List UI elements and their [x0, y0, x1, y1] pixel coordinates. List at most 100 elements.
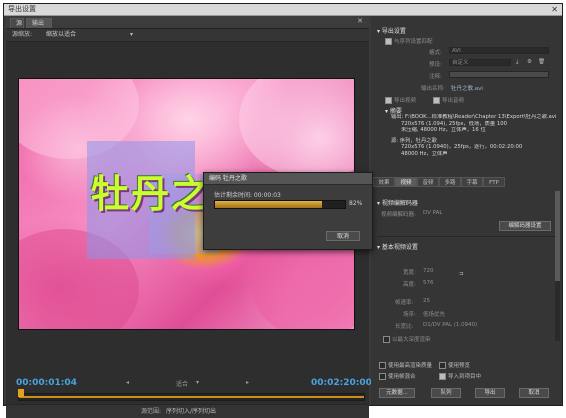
video-codec-label: 视频编解码器: — [381, 212, 416, 218]
import-project-checkbox[interactable]: 导入到项目中 — [439, 372, 481, 380]
export-audio-checkbox[interactable]: 导出音频 — [433, 96, 464, 104]
video-codec-select[interactable]: DV PAL — [423, 210, 442, 216]
tab-video[interactable]: 视频 — [395, 177, 417, 187]
checkbox[interactable] — [439, 373, 446, 380]
import-preset-icon[interactable]: ⚙ — [527, 59, 532, 65]
match-sequence-checkbox[interactable]: 与序列设置匹配 — [385, 37, 433, 45]
fit-control[interactable]: ◂ 适合 ▾ ▸ — [116, 379, 296, 389]
dialog-cancel-button[interactable]: 取消 — [326, 231, 360, 241]
width-value[interactable]: 720 — [423, 268, 434, 274]
match-sequence-label: 与序列设置匹配 — [394, 39, 433, 45]
tab-ftp[interactable]: FTP — [483, 177, 505, 187]
basic-video-heading: ▾ 基本视频设置 — [377, 244, 418, 251]
divider — [377, 236, 557, 237]
tab-captions[interactable]: 字幕 — [461, 177, 483, 187]
source-scale-row: 源缩放: 缩放以适合 ▾ — [6, 29, 369, 42]
source-range-label: 源范围: — [141, 408, 162, 415]
scrollbar-thumb[interactable] — [555, 191, 560, 281]
codec-settings-button[interactable]: 编解码器设置 — [499, 221, 551, 231]
source-range-row: 源范围: 序列切入/序列切出 — [6, 404, 369, 418]
checkbox[interactable] — [383, 336, 390, 343]
tab-effects[interactable]: 效果 — [373, 177, 395, 187]
frame-rate-label: 帧速率: — [395, 300, 414, 306]
settings-scrollbar[interactable] — [555, 191, 560, 341]
link-icon[interactable]: ⊐ — [459, 271, 464, 277]
progress-fill — [215, 201, 322, 208]
max-depth-label: 以最大深度渲染 — [392, 337, 431, 343]
export-settings-heading: ▾ 导出设置 — [377, 28, 406, 35]
delete-preset-icon[interactable]: 🗑 — [538, 59, 545, 65]
window-close-icon[interactable]: ✕ — [551, 4, 558, 15]
height-value[interactable]: 576 — [423, 280, 434, 286]
preset-select[interactable]: 自定义 — [449, 59, 511, 66]
comments-input[interactable] — [449, 71, 549, 78]
checkbox[interactable] — [433, 97, 440, 104]
title-bar: 导出设置 ✕ — [4, 4, 562, 16]
tab-source[interactable]: 源 — [10, 18, 24, 28]
max-depth-checkbox[interactable]: 以最大深度渲染 — [383, 335, 431, 343]
video-codec-heading: ▾ 视频编解码器 — [377, 200, 418, 207]
preview-tabs: 源 输出 ✕ — [6, 16, 369, 29]
playhead-handle[interactable] — [18, 389, 24, 397]
import-project-label: 导入到项目中 — [448, 374, 482, 380]
mark-in-icon[interactable]: ◂ — [126, 379, 129, 386]
video-codec-title: 视频编解码器 — [381, 200, 418, 207]
basic-video-title: 基本视频设置 — [381, 244, 418, 251]
export-video-label: 导出视频 — [394, 98, 417, 104]
save-preset-icon[interactable]: ⤓ — [516, 59, 518, 66]
chevron-down-icon[interactable]: ▾ — [130, 29, 133, 41]
panel-close-icon[interactable]: ✕ — [357, 17, 363, 25]
comments-label: 注释: — [429, 74, 442, 80]
source-scale-label: 源缩放: — [12, 31, 33, 38]
chevron-down-icon[interactable]: ▾ — [196, 379, 199, 386]
export-video-checkbox[interactable]: 导出视频 — [385, 96, 416, 104]
export-button[interactable]: 导出 — [475, 388, 505, 398]
format-select[interactable]: AVI — [449, 47, 549, 54]
petal-shape — [239, 79, 354, 179]
field-order-select[interactable]: 低场优先 — [423, 310, 445, 318]
export-settings-panel: ▾ 导出设置 与序列设置匹配 格式: AVI 预设: 自定义 ⤓ ⚙ 🗑 注释:… — [371, 16, 562, 405]
tab-output[interactable]: 输出 — [26, 18, 52, 28]
queue-button[interactable]: 队列 — [431, 388, 461, 398]
end-time: 00:02:20:00 — [311, 378, 372, 388]
checkbox[interactable] — [379, 373, 386, 380]
progress-percent: 82% — [349, 200, 363, 207]
summary-line: 输出: F:\BOOK...标准教程\Reader\Chapter 13\Exp… — [391, 114, 556, 120]
checkbox[interactable] — [379, 362, 386, 369]
output-name-link[interactable]: 牡丹之歌.avi — [451, 84, 483, 92]
fit-label[interactable]: 适合 — [176, 379, 188, 388]
max-render-quality-checkbox[interactable]: 使用最高渲染质量 — [379, 361, 432, 369]
checkbox[interactable] — [385, 97, 392, 104]
export-audio-label: 导出音频 — [442, 98, 465, 104]
frame-rate-select[interactable]: 25 — [423, 298, 430, 304]
aspect-select[interactable]: D1/DV PAL (1.0940) — [423, 322, 477, 328]
timeline-scrubber[interactable] — [18, 393, 365, 401]
window-title: 导出设置 — [8, 5, 36, 13]
estimated-time-label: 估计剩余时间: 00:00:03 — [214, 192, 281, 199]
timeline-work-area — [19, 396, 364, 398]
height-label: 高度: — [403, 282, 416, 288]
max-render-quality-label: 使用最高渲染质量 — [388, 363, 433, 369]
checkbox[interactable] — [385, 38, 392, 45]
export-settings-title: 导出设置 — [381, 28, 406, 35]
current-time[interactable]: 00:00:01:04 — [16, 378, 77, 388]
dialog-title-bar: 编码 牡丹之歌 — [204, 173, 372, 185]
source-scale-select[interactable]: 缩放以适合 — [46, 31, 134, 39]
tab-audio[interactable]: 音频 — [417, 177, 439, 187]
settings-tabs: 效果 视频 音频 多路 字幕 FTP — [373, 177, 561, 187]
use-previews-label: 使用预览 — [448, 363, 471, 369]
tab-multiplexer[interactable]: 多路 — [439, 177, 461, 187]
source-range-select[interactable]: 序列切入/序列切出 — [166, 405, 216, 418]
frame-blending-checkbox[interactable]: 使用帧混合 — [379, 372, 416, 380]
summary-line: 未压缩, 48000 Hz，立体声，16 位 — [401, 127, 486, 134]
dialog-title: 编码 牡丹之歌 — [209, 175, 247, 182]
frame-blending-label: 使用帧混合 — [388, 374, 416, 380]
use-previews-checkbox[interactable]: 使用预览 — [439, 361, 470, 369]
checkbox[interactable] — [439, 362, 446, 369]
metadata-button[interactable]: 元数据... — [379, 388, 415, 398]
cancel-button[interactable]: 取消 — [519, 388, 549, 398]
summary-line: 48000 Hz，立体声 — [401, 150, 448, 157]
summary-line: 720x576 (1.094), 25fps，低场，质量 100 — [401, 120, 508, 127]
output-name-label: 输出名称: — [421, 86, 445, 92]
mark-out-icon[interactable]: ▸ — [246, 379, 249, 386]
